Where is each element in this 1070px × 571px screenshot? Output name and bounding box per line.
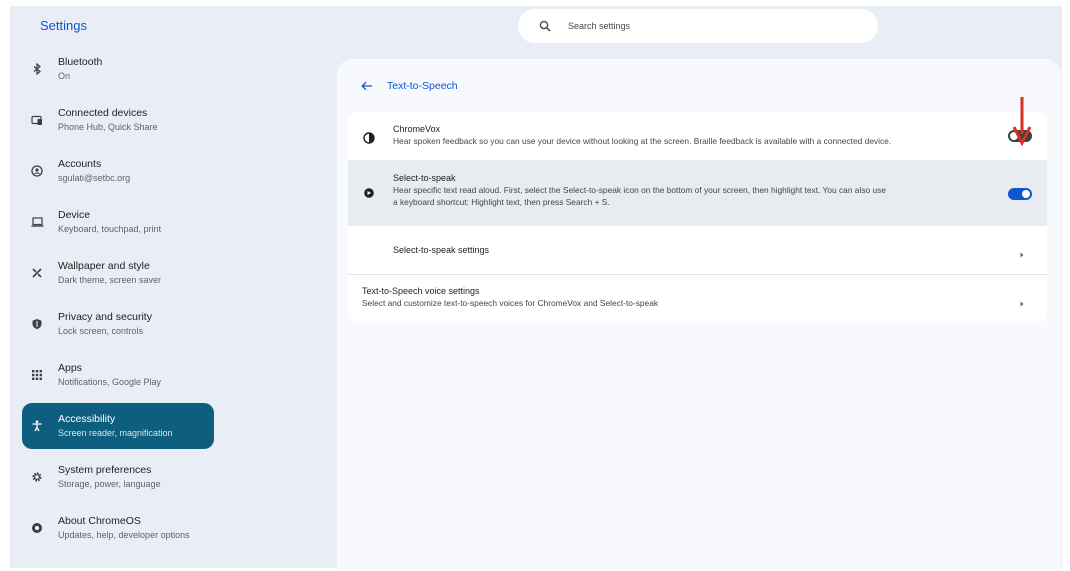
sidebar-item-accessibility[interactable]: Accessibility Screen reader, magnificati… [22, 403, 214, 449]
page-header: Text-to-Speech [361, 79, 458, 93]
select-to-speak-title: Select-to-speak [393, 173, 456, 183]
palette-icon [24, 267, 50, 279]
back-arrow-icon[interactable] [361, 79, 375, 93]
select-to-speak-description-line1: Hear specific text read aloud. First, se… [393, 185, 887, 195]
sidebar-item-wallpaper[interactable]: Wallpaper and style Dark theme, screen s… [22, 250, 214, 296]
account-icon [24, 165, 50, 177]
select-to-speak-toggle[interactable] [1008, 188, 1032, 200]
apps-grid-icon [24, 369, 50, 381]
sidebar-item-sublabel: Storage, power, language [58, 478, 161, 489]
select-to-speak-settings-label: Select-to-speak settings [393, 245, 490, 255]
gear-icon [24, 471, 50, 483]
app-title: Settings [40, 18, 87, 33]
sidebar-item-accounts[interactable]: Accounts sgulati@setbc.org [22, 148, 214, 194]
chromevox-title: ChromeVox [393, 124, 441, 134]
bluetooth-icon [24, 63, 50, 75]
sidebar-item-label: About ChromeOS [58, 514, 141, 527]
sidebar-item-sublabel: sgulati@setbc.org [58, 172, 131, 183]
sidebar-item-label: System preferences [58, 463, 152, 476]
sidebar-item-sublabel: Dark theme, screen saver [58, 274, 162, 285]
sidebar-item-label: Accounts [58, 157, 102, 170]
chromevox-description: Hear spoken feedback so you can use your… [393, 136, 892, 146]
search-icon [538, 19, 552, 33]
sidebar-item-sublabel: On [58, 70, 71, 81]
main-panel: Text-to-Speech ChromeVox Hear spoken fee… [337, 59, 1061, 569]
sidebar-item-label: Apps [58, 361, 82, 374]
connected-devices-icon [24, 114, 50, 126]
sidebar-item-privacy[interactable]: Privacy and security Lock screen, contro… [22, 301, 214, 347]
voice-settings-description: Select and customize text-to-speech voic… [362, 298, 659, 308]
sidebar-item-connected-devices[interactable]: Connected devices Phone Hub, Quick Share [22, 97, 214, 143]
sidebar-item-label: Connected devices [58, 106, 148, 119]
sidebar-item-label: Bluetooth [58, 55, 103, 68]
search-placeholder: Search settings [568, 21, 631, 31]
chevron-right-icon [1019, 246, 1025, 258]
sidebar-item-sublabel: Lock screen, controls [58, 325, 144, 336]
chrome-icon [24, 522, 50, 534]
sidebar-item-bluetooth[interactable]: Bluetooth On [22, 46, 214, 92]
voice-settings-title: Text-to-Speech voice settings [362, 286, 480, 296]
sidebar-item-sublabel: Screen reader, magnification [58, 427, 173, 438]
voice-settings-row[interactable]: Text-to-Speech voice settings Select and… [348, 275, 1047, 323]
sidebar-item-sublabel: Phone Hub, Quick Share [58, 121, 158, 132]
shield-icon [24, 318, 50, 330]
page-title: Text-to-Speech [387, 80, 458, 92]
sidebar-item-sublabel: Updates, help, developer options [58, 529, 190, 540]
accessibility-icon [24, 420, 50, 432]
sidebar-item-label: Accessibility [58, 412, 116, 425]
sidebar-item-device[interactable]: Device Keyboard, touchpad, print [22, 199, 214, 245]
sidebar-item-label: Device [58, 208, 91, 221]
chromevox-row[interactable]: ChromeVox Hear spoken feedback so you ca… [348, 112, 1047, 160]
chevron-right-icon [1019, 295, 1025, 307]
select-to-speak-settings-row[interactable]: Select-to-speak settings [348, 226, 1047, 274]
sidebar-item-apps[interactable]: Apps Notifications, Google Play [22, 352, 214, 398]
sidebar-item-label: Wallpaper and style [58, 259, 150, 272]
select-to-speak-description-line2: a keyboard shortcut: Highlight text, the… [393, 197, 610, 207]
select-to-speak-icon [363, 186, 377, 200]
laptop-icon [24, 216, 50, 228]
sidebar-item-about-chromeos[interactable]: About ChromeOS Updates, help, developer … [22, 505, 214, 551]
sidebar-item-system-preferences[interactable]: System preferences Storage, power, langu… [22, 454, 214, 500]
toggle-knob [1022, 190, 1030, 198]
select-to-speak-row[interactable]: Select-to-speak Hear specific text read … [348, 160, 1047, 226]
search-bar[interactable]: Search settings [518, 9, 878, 43]
sidebar-item-label: Privacy and security [58, 310, 152, 323]
annotation-arrow-icon [1012, 96, 1032, 151]
sidebar-item-sublabel: Keyboard, touchpad, print [58, 223, 162, 234]
settings-window: Settings Search settings Bluetooth On Co… [10, 6, 1062, 569]
sidebar-item-sublabel: Notifications, Google Play [58, 376, 162, 387]
chromevox-icon [363, 131, 377, 145]
tts-settings-card: ChromeVox Hear spoken feedback so you ca… [348, 112, 1047, 323]
